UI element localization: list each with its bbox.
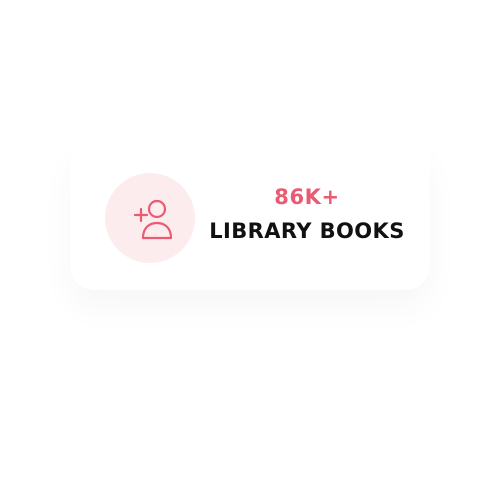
stat-value: 86K+ — [274, 185, 340, 209]
stat-icon-circle — [105, 173, 195, 263]
user-plus-icon — [133, 199, 173, 240]
stat-label: LIBRARY BOOKS — [209, 219, 405, 243]
